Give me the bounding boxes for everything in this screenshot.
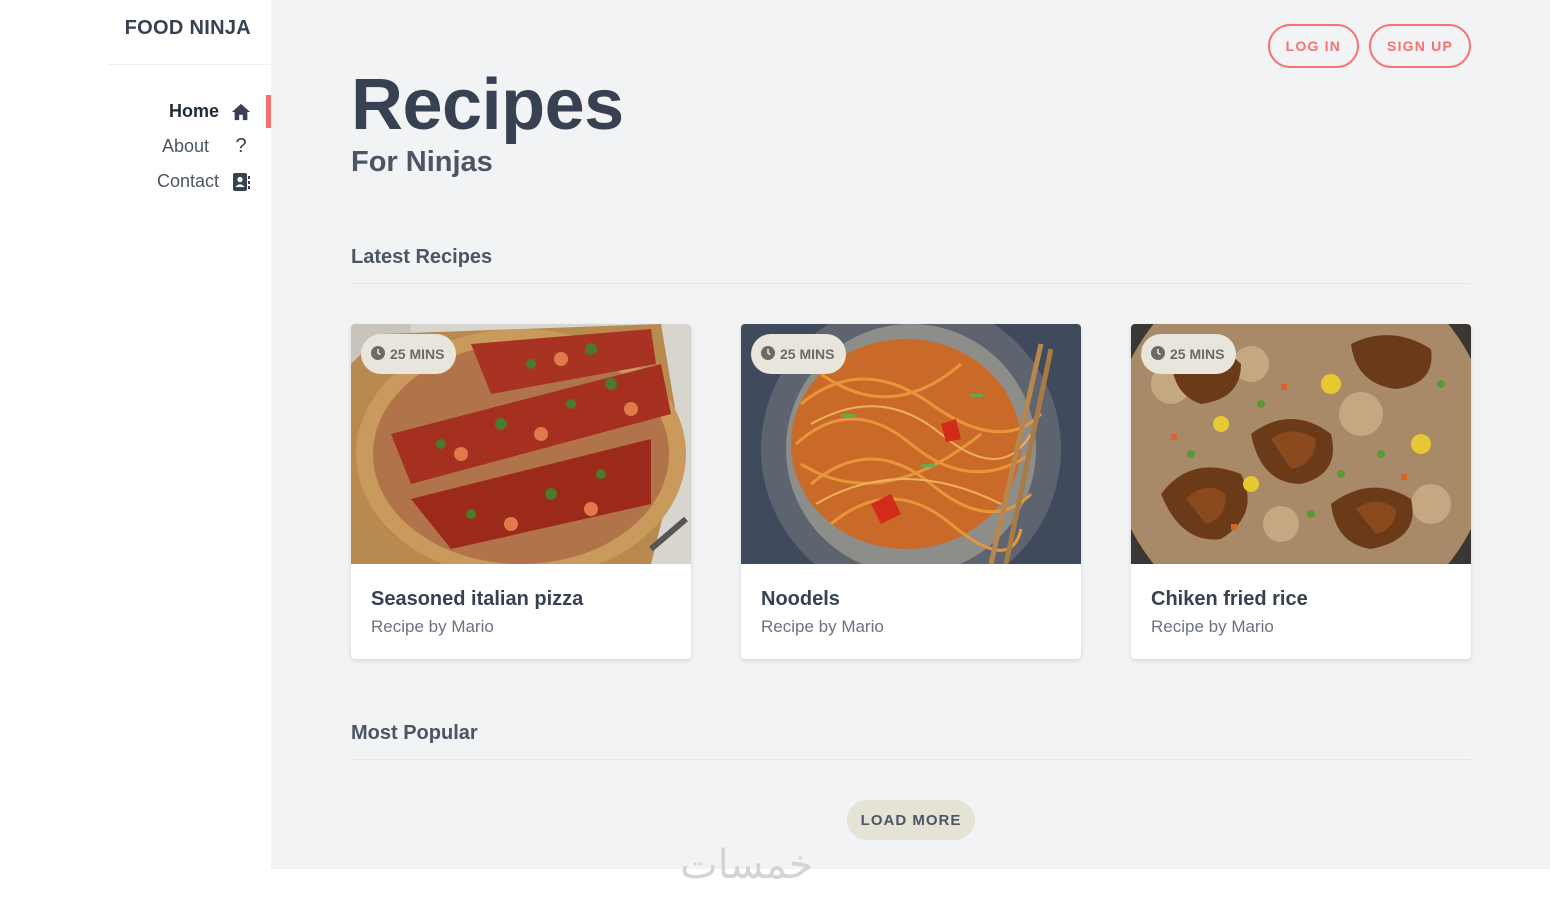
page-title: Recipes (351, 65, 624, 145)
logo[interactable]: FOOD NINJA (125, 17, 251, 40)
home-icon (231, 102, 251, 122)
time-badge: 25 MINS (361, 334, 457, 374)
address-book-icon (231, 172, 251, 192)
sidebar-item-label: Contact (156, 171, 219, 191)
recipe-title: Noodels (761, 588, 840, 610)
divider (108, 64, 271, 65)
sidebar: FOOD NINJA Home About ? Contact (0, 0, 271, 902)
watermark: خمسات (680, 842, 814, 888)
auth-buttons: LOG IN SIGN UP (1267, 24, 1471, 68)
time-badge: 25 MINS (1141, 334, 1237, 374)
recipe-author: Recipe by Mario (761, 617, 884, 636)
time-label: 25 MINS (390, 346, 445, 362)
recipe-image-noodles: 25 MINS (741, 324, 1081, 564)
clock-icon (371, 345, 385, 363)
page-subtitle: For Ninjas (351, 146, 493, 178)
login-button[interactable]: LOG IN (1267, 24, 1360, 68)
recipe-card[interactable]: 25 MINS Seasoned italian pizza Recipe by… (351, 324, 691, 659)
time-label: 25 MINS (1170, 346, 1225, 362)
recipe-title: Seasoned italian pizza (371, 588, 584, 610)
load-more-button[interactable]: LOAD MORE (847, 800, 975, 840)
time-badge: 25 MINS (751, 334, 847, 374)
time-label: 25 MINS (780, 346, 835, 362)
clock-icon (761, 345, 775, 363)
recipe-title: Chiken fried rice (1151, 588, 1308, 610)
section-divider (351, 283, 1471, 284)
sidebar-item-about[interactable]: About ? (0, 129, 271, 164)
signup-button[interactable]: SIGN UP (1369, 24, 1471, 68)
recipe-image-pizza: 25 MINS (351, 324, 691, 564)
recipe-card[interactable]: 25 MINS Chiken fried rice Recipe by Mari… (1131, 324, 1471, 659)
recipe-image-fried-rice: 25 MINS (1131, 324, 1471, 564)
sidebar-item-label: About (161, 136, 209, 156)
recipe-author: Recipe by Mario (1151, 617, 1274, 636)
recipe-author: Recipe by Mario (371, 617, 494, 636)
sidebar-item-label: Home (168, 101, 219, 121)
sidebar-item-contact[interactable]: Contact (0, 164, 271, 199)
section-title-latest: Latest Recipes (351, 246, 493, 268)
recipe-card[interactable]: 25 MINS Noodels Recipe by Mario (741, 324, 1081, 659)
section-divider (351, 759, 1471, 760)
sidebar-nav: Home About ? Contact (0, 94, 271, 199)
clock-icon (1151, 345, 1165, 363)
recipe-cards: 25 MINS Seasoned italian pizza Recipe by… (351, 324, 1471, 659)
section-title-popular: Most Popular (351, 722, 478, 744)
main-content: LOG IN SIGN UP Recipes For Ninjas Latest… (271, 0, 1550, 869)
sidebar-item-home[interactable]: Home (0, 94, 271, 129)
question-icon: ? (235, 135, 247, 157)
